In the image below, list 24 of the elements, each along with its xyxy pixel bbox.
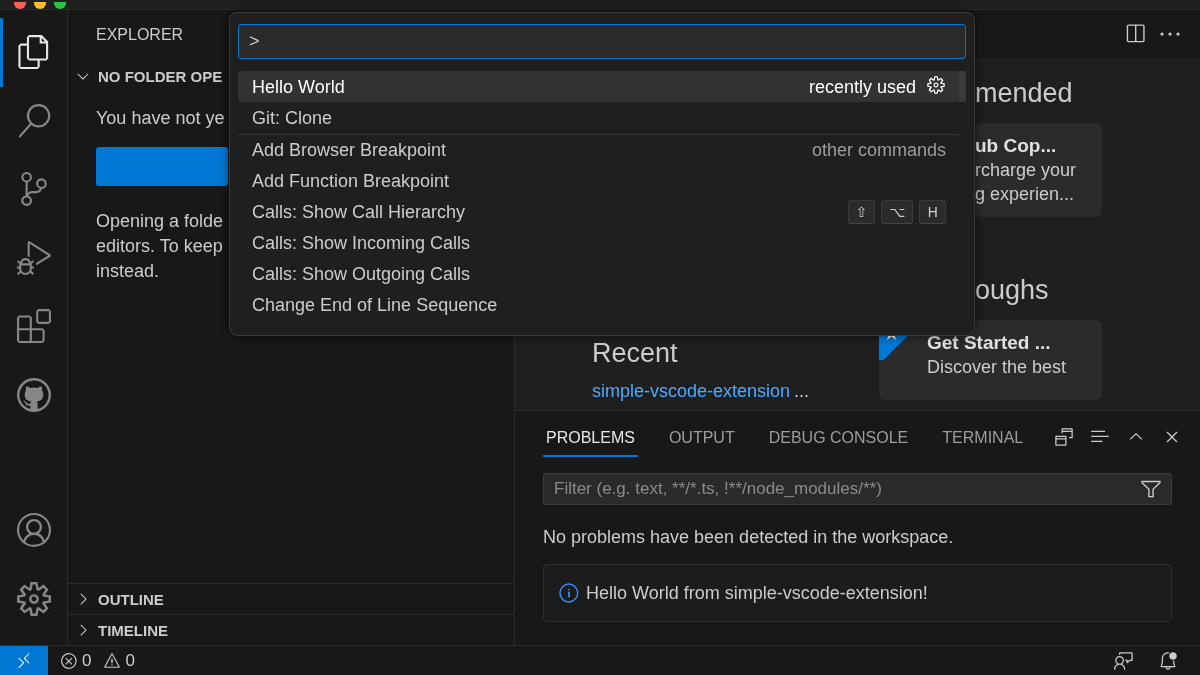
warning-count: 0 (125, 650, 135, 671)
card-text: g experien... (975, 184, 1076, 205)
card-text: rcharge your (975, 160, 1078, 181)
key-cap: H (919, 200, 946, 224)
section-heading: Recent (592, 338, 679, 369)
error-count: 0 (82, 650, 92, 671)
help-text-line: Opening a folde (96, 210, 224, 233)
section-heading: mended (975, 78, 1074, 109)
key-cap: ⇧ (847, 200, 876, 224)
section-title: TIMELINE (98, 621, 168, 639)
sidebar-title: EXPLORER (96, 26, 184, 43)
help-text-line: editors. To keep (96, 235, 223, 258)
empty-message: You have not ye (96, 108, 225, 129)
help-text-line: instead. (96, 260, 160, 283)
section-title: NO FOLDER OPE (98, 67, 223, 85)
recent-path: ... (794, 381, 810, 402)
card-text: Discover the best (927, 357, 1068, 378)
card-title: ub Cop... (975, 135, 1058, 157)
notification-text: Hello World from simple-vscode-extension! (586, 582, 928, 604)
section-heading: oughs (975, 275, 1050, 306)
key-cap: ⌥ (881, 200, 914, 224)
section-title: OUTLINE (98, 590, 164, 608)
status-message: No problems have been detected in the workspace. (543, 527, 955, 548)
card-title: Get Started ... (927, 332, 1052, 354)
